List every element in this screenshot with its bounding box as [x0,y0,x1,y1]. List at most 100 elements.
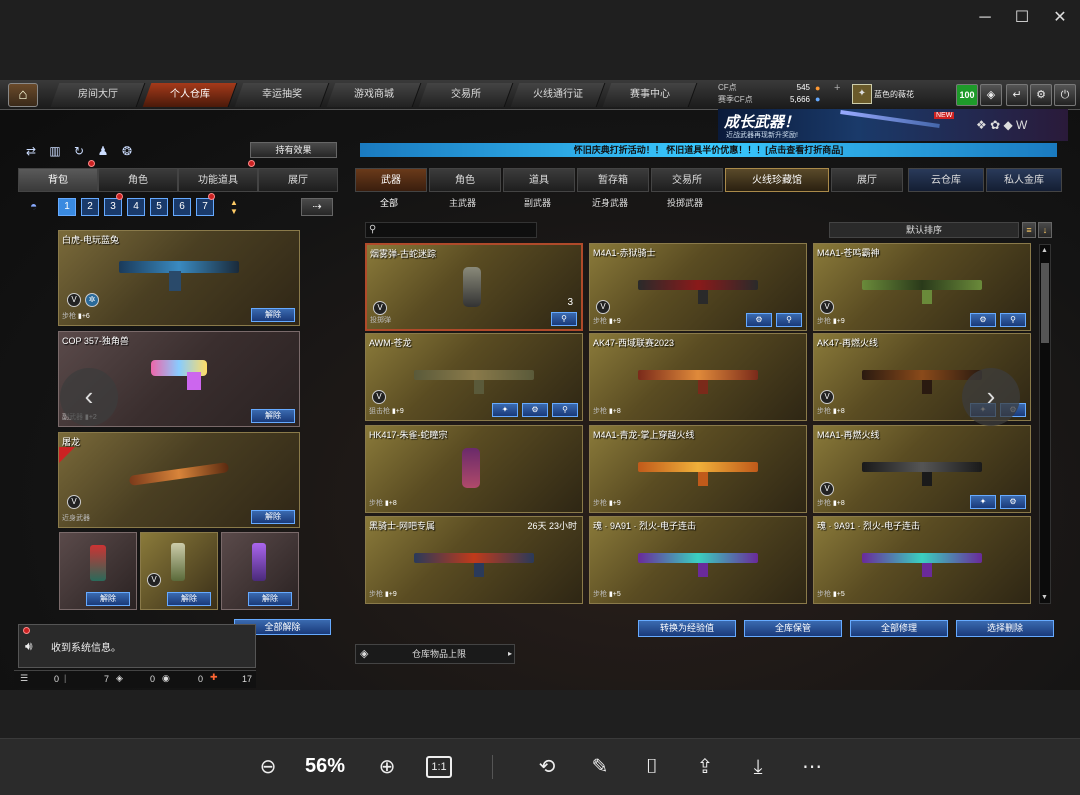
rotate-icon[interactable]: ⟲ [533,753,561,781]
subtab-secondary[interactable]: 副武器 [524,196,551,209]
scroll-up-icon[interactable]: ▲ [1041,247,1048,254]
gift-icon[interactable]: ✚ [210,672,218,683]
promo-banner[interactable]: 成长武器！ 近战武器再现新升奖励! NEW ❖ ✿ ◆ W [718,109,1068,141]
nav-tab-exchange[interactable]: 交易所 [418,83,514,107]
tab-items[interactable]: 道具 [503,168,575,192]
throwable-slot-3[interactable]: 解除 [221,532,299,610]
magnify-icon[interactable]: ⚲ [552,403,578,417]
nav-tab-pass[interactable]: 火线通行证 [510,83,606,107]
list-icon[interactable]: ☰ [20,673,28,684]
power-icon[interactable]: ⏻ [1054,84,1076,106]
left-tab-showroom[interactable]: 展厅 [258,168,338,192]
left-tab-items[interactable]: 功能道具 [178,168,258,192]
tab-temp-box[interactable]: 暂存箱 [577,168,649,192]
repair-all-button[interactable]: 全部修理 [850,620,948,637]
select-delete-button[interactable]: 选择删除 [956,620,1054,637]
unequip-button[interactable]: 解除 [167,592,211,606]
page-6[interactable]: 6 [173,198,191,216]
zoom-out-icon[interactable]: ⊖ [254,753,282,781]
nav-tab-lottery[interactable]: 幸运抽奖 [234,83,330,107]
equipped-card-primary[interactable]: 白虎-电玩蓝兔 V ✲ 步枪 ▮+6 解除 [58,230,300,326]
return-icon[interactable]: ↵ [1006,84,1028,106]
share-icon[interactable]: ⇪ [691,753,719,781]
refresh-icon[interactable]: ↻ [70,142,88,160]
throwable-slot-2[interactable]: V 解除 [140,532,218,610]
nav-tab-warehouse[interactable]: 个人仓库 [142,83,238,107]
item-card[interactable]: 魂 · 9A91 · 烈火-电子连击 步枪 ▮+5 [589,516,807,604]
page-stepper-icon[interactable]: ▲ ▼ [226,198,242,216]
close-icon[interactable]: ✕ [1048,6,1072,30]
subtab-melee[interactable]: 近身武器 [592,196,628,209]
page-3[interactable]: 3 [104,198,122,216]
chevron-left-icon[interactable]: ‹ [60,368,118,426]
page-5[interactable]: 5 [150,198,168,216]
gear-icon[interactable]: ⚙ [1030,84,1052,106]
left-tab-backpack[interactable]: 背包 [18,168,98,192]
maximize-icon[interactable]: ☐ [1010,6,1034,30]
scroll-thumb[interactable] [1041,263,1049,343]
unequip-button[interactable]: 解除 [248,592,292,606]
throwable-slot-1[interactable]: 解除 [59,532,137,610]
nav-tab-lobby[interactable]: 房间大厅 [50,83,146,107]
upgrade-icon[interactable]: ⚙ [522,403,548,417]
item-card[interactable]: AK47-西域联赛2023 步枪 ▮+8 [589,333,807,421]
unequip-button[interactable]: 解除 [251,409,295,423]
actual-size-icon[interactable]: 1:1 [426,756,452,778]
magnify-icon[interactable]: ⚲ [551,312,577,326]
item-card[interactable]: M4A1-再燃火线 步枪 ▮+8 V ✦ ⚙ [813,425,1031,513]
effects-button[interactable]: 持有效果 [250,142,337,158]
storage-limit-bar[interactable]: ◈ 仓库物品上限 ▸ [355,644,515,664]
text-scan-icon[interactable]: ⌷ [638,753,666,781]
store-all-button[interactable]: 全库保管 [744,620,842,637]
tab-weapons[interactable]: 武器 [355,168,427,192]
event-notice[interactable]: 怀旧庆典打折活动！！ 怀旧道具半价优惠！！！[点击查看打折商品] [360,143,1057,157]
upgrade-icon[interactable]: ⚙ [746,313,772,327]
shield-icon[interactable]: ◈ [980,84,1002,106]
left-tab-character[interactable]: 角色 [98,168,178,192]
bag-icon[interactable]: ❂ [118,142,136,160]
page-2[interactable]: 2 [81,198,99,216]
home-icon[interactable]: ⌂ [8,83,38,107]
sort-desc-icon[interactable]: ↓ [1038,222,1052,238]
subtab-throwable[interactable]: 投掷武器 [667,196,703,209]
tab-private-vault[interactable]: 私人金库 [986,168,1062,192]
magnify-icon[interactable]: ⚲ [1000,313,1026,327]
item-card[interactable]: 魂 · 9A91 · 烈火-电子连击 步枪 ▮+5 [813,516,1031,604]
subtab-primary[interactable]: 主武器 [449,196,476,209]
item-card[interactable]: M4A1-苍鸣霸神 步枪 ▮+9 V ⚙ ⚲ [813,243,1031,331]
on-toggle-icon[interactable]: ⇄ [22,142,40,160]
expand-icon[interactable]: ▸ [508,645,512,663]
tab-characters[interactable]: 角色 [429,168,501,192]
tab-collection[interactable]: 火线珍藏馆 [725,168,829,192]
equipped-card-melee[interactable]: 屠龙 V 近身武器 解除 [58,432,300,528]
tab-showroom[interactable]: 展厅 [831,168,903,192]
add-points-icon[interactable]: + [834,82,840,94]
scrollbar[interactable]: ▲ ▼ [1039,244,1051,604]
item-card[interactable]: HK417-朱雀-蛇瞳宗 步枪 ▮+8 [365,425,583,513]
nav-tab-events[interactable]: 赛事中心 [602,83,698,107]
nav-tab-shop[interactable]: 游戏商城 [326,83,422,107]
sort-dropdown[interactable]: 默认排序 [829,222,1019,238]
item-card[interactable]: AWM-苍龙 狙击枪 ▮+9 V ✦ ⚙ ⚲ [365,333,583,421]
scroll-down-icon[interactable]: ▼ [1041,594,1048,601]
item-card[interactable]: M4A1-青龙-掌上穿越火线 步枪 ▮+9 [589,425,807,513]
page-4[interactable]: 4 [127,198,145,216]
repair-icon[interactable]: ✦ [492,403,518,417]
zoom-in-icon[interactable]: ⊕ [373,753,401,781]
tab-cloud-storage[interactable]: 云仓库 [908,168,984,192]
subtab-all[interactable]: 全部 [380,196,398,209]
magnify-icon[interactable]: ⚲ [776,313,802,327]
character-icon[interactable]: ♟ [94,142,112,160]
page-7[interactable]: 7 [196,198,214,216]
unequip-button[interactable]: 解除 [86,592,130,606]
search-input[interactable]: ⚲ [365,222,537,238]
unequip-button[interactable]: 解除 [251,510,295,524]
more-icon[interactable]: ⋯ [798,753,826,781]
unequip-button[interactable]: 解除 [251,308,295,322]
page-1[interactable]: 1 [58,198,76,216]
item-card[interactable]: 烟雾弹-古蛇迷踪 投掷弹 3 V ⚲ [365,243,583,331]
chevron-right-icon[interactable]: › [962,368,1020,426]
download-icon[interactable]: ⤓ [744,753,772,781]
upgrade-icon[interactable]: ⚙ [970,313,996,327]
repair-icon[interactable]: ✦ [970,495,996,509]
